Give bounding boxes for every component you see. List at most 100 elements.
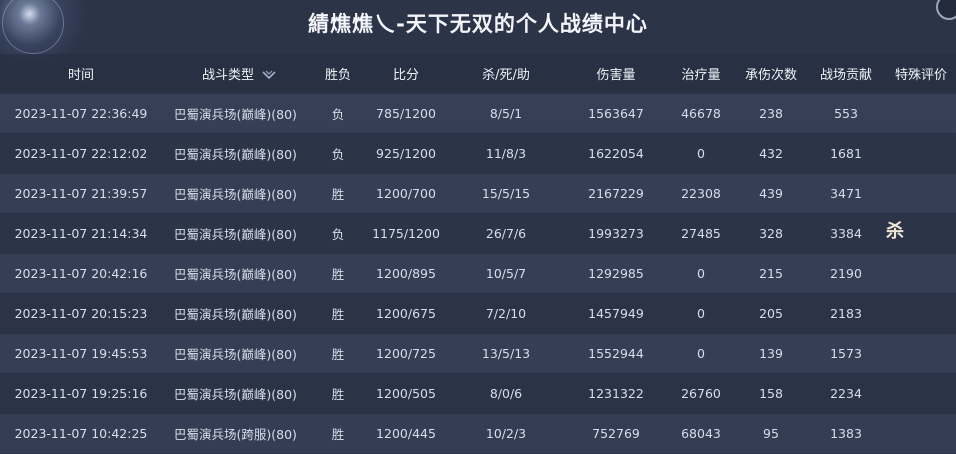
header-score: 比分 bbox=[392, 67, 419, 83]
cell-result: 胜 bbox=[331, 187, 345, 202]
cell-heal: 22308 bbox=[681, 186, 721, 201]
cell-score: 1200/675 bbox=[376, 306, 436, 321]
header-kda: 杀/死/助 bbox=[482, 67, 530, 83]
cell-heal: 46678 bbox=[681, 106, 721, 121]
cell-damage: 1457949 bbox=[588, 306, 644, 321]
cell-score: 1200/895 bbox=[376, 266, 436, 281]
cell-kda: 10/2/3 bbox=[485, 426, 527, 441]
cell-contribution: 1681 bbox=[830, 146, 862, 161]
header-result: 胜负 bbox=[324, 67, 351, 83]
cell-time: 2023-11-07 19:45:53 bbox=[14, 346, 148, 361]
header-type-filter[interactable]: 战斗类型 bbox=[162, 64, 310, 83]
cell-contribution: 1383 bbox=[830, 426, 862, 441]
page-title: 綪燋燋乀-天下无双的个人战绩中心 bbox=[308, 12, 648, 36]
cell-time: 2023-11-07 21:14:34 bbox=[14, 226, 148, 241]
header-taken: 承伤次数 bbox=[744, 67, 797, 83]
cell-kda: 11/8/3 bbox=[485, 146, 527, 161]
cell-kda: 26/7/6 bbox=[485, 226, 527, 241]
cell-type: 巴蜀演兵场(巅峰)(80) bbox=[174, 387, 297, 402]
cell-heal: 0 bbox=[697, 306, 705, 321]
table-row[interactable]: 2023-11-07 22:36:49 巴蜀演兵场(巅峰)(80) 负 785/… bbox=[0, 94, 956, 133]
cell-time: 2023-11-07 22:36:49 bbox=[14, 106, 148, 121]
cell-contribution: 2234 bbox=[830, 386, 862, 401]
cell-type: 巴蜀演兵场(巅峰)(80) bbox=[174, 107, 297, 122]
cell-contribution: 1573 bbox=[830, 346, 862, 361]
cell-damage: 1563647 bbox=[588, 106, 644, 121]
table-row[interactable]: 2023-11-07 20:42:16 巴蜀演兵场(巅峰)(80) 胜 1200… bbox=[0, 254, 956, 293]
cell-score: 1200/505 bbox=[376, 386, 436, 401]
cell-result: 胜 bbox=[331, 307, 345, 322]
table-row[interactable]: 2023-11-07 20:15:23 巴蜀演兵场(巅峰)(80) 胜 1200… bbox=[0, 294, 956, 333]
cell-result: 负 bbox=[331, 147, 345, 162]
table-row[interactable]: 2023-11-07 19:45:53 巴蜀演兵场(巅峰)(80) 胜 1200… bbox=[0, 334, 956, 373]
cell-time: 2023-11-07 21:39:57 bbox=[14, 186, 148, 201]
cell-type: 巴蜀演兵场(巅峰)(80) bbox=[174, 307, 297, 322]
cell-kda: 10/5/7 bbox=[485, 266, 527, 281]
cell-taken: 139 bbox=[759, 346, 783, 361]
cell-score: 925/1200 bbox=[376, 146, 436, 161]
cell-time: 2023-11-07 20:15:23 bbox=[14, 306, 148, 321]
cell-result: 胜 bbox=[331, 347, 345, 362]
cell-taken: 215 bbox=[759, 266, 783, 281]
header-time: 时间 bbox=[67, 67, 94, 83]
header-heal: 治疗量 bbox=[681, 67, 721, 83]
cell-taken: 432 bbox=[759, 146, 783, 161]
header-type-label: 战斗类型 bbox=[202, 67, 255, 83]
record-list: 2023-11-07 22:36:49 巴蜀演兵场(巅峰)(80) 负 785/… bbox=[0, 94, 956, 454]
cell-heal: 27485 bbox=[681, 226, 721, 241]
cell-damage: 1231322 bbox=[588, 386, 644, 401]
table-row[interactable]: 2023-11-07 21:39:57 巴蜀演兵场(巅峰)(80) 胜 1200… bbox=[0, 174, 956, 213]
cell-type: 巴蜀演兵场(巅峰)(80) bbox=[174, 147, 297, 162]
cell-kda: 8/5/1 bbox=[489, 106, 523, 121]
cell-score: 785/1200 bbox=[376, 106, 436, 121]
cell-type: 巴蜀演兵场(巅峰)(80) bbox=[174, 227, 297, 242]
cell-time: 2023-11-07 20:42:16 bbox=[14, 266, 148, 281]
chevron-down-icon bbox=[262, 70, 276, 80]
cell-score: 1175/1200 bbox=[372, 226, 440, 241]
cell-result: 胜 bbox=[331, 387, 345, 402]
table-row[interactable]: 2023-11-07 21:14:34 巴蜀演兵场(巅峰)(80) 负 1175… bbox=[0, 214, 956, 253]
cell-damage: 752769 bbox=[592, 426, 640, 441]
cell-taken: 439 bbox=[759, 186, 783, 201]
cell-taken: 95 bbox=[763, 426, 779, 441]
cell-taken: 205 bbox=[759, 306, 783, 321]
cell-time: 2023-11-07 10:42:25 bbox=[14, 426, 148, 441]
cell-type: 巴蜀演兵场(跨服)(80) bbox=[174, 427, 297, 442]
header-damage: 伤害量 bbox=[596, 67, 636, 83]
cell-damage: 1993273 bbox=[588, 226, 644, 241]
cell-kda: 7/2/10 bbox=[485, 306, 527, 321]
cell-taken: 238 bbox=[759, 106, 783, 121]
cell-contribution: 3471 bbox=[830, 186, 862, 201]
table-row[interactable]: 2023-11-07 10:42:25 巴蜀演兵场(跨服)(80) 胜 1200… bbox=[0, 414, 956, 453]
cell-heal: 0 bbox=[697, 346, 705, 361]
cell-heal: 0 bbox=[697, 146, 705, 161]
cell-damage: 1292985 bbox=[588, 266, 644, 281]
header-contribution: 战场贡献 bbox=[819, 67, 872, 83]
cell-taken: 328 bbox=[759, 226, 783, 241]
cell-score: 1200/700 bbox=[376, 186, 436, 201]
special-kill-badge: 杀 bbox=[886, 221, 904, 242]
cell-result: 胜 bbox=[331, 267, 345, 282]
cell-time: 2023-11-07 19:25:16 bbox=[14, 386, 148, 401]
table-row[interactable]: 2023-11-07 22:12:02 巴蜀演兵场(巅峰)(80) 负 925/… bbox=[0, 134, 956, 173]
cell-kda: 8/0/6 bbox=[489, 386, 523, 401]
table-row[interactable]: 2023-11-07 19:25:16 巴蜀演兵场(巅峰)(80) 胜 1200… bbox=[0, 374, 956, 413]
table-header: 时间 战斗类型 胜负 比分 杀/死/助 伤害量 治疗量 承伤次数 战场贡献 特殊… bbox=[0, 54, 956, 92]
cell-type: 巴蜀演兵场(巅峰)(80) bbox=[174, 267, 297, 282]
cell-type: 巴蜀演兵场(巅峰)(80) bbox=[174, 187, 297, 202]
cell-contribution: 2183 bbox=[830, 306, 862, 321]
cell-kda: 13/5/13 bbox=[481, 346, 531, 361]
cell-time: 2023-11-07 22:12:02 bbox=[14, 146, 148, 161]
cell-taken: 158 bbox=[759, 386, 783, 401]
cell-damage: 2167229 bbox=[588, 186, 644, 201]
cell-damage: 1622054 bbox=[588, 146, 644, 161]
cell-result: 负 bbox=[331, 227, 345, 242]
cell-contribution: 553 bbox=[834, 106, 858, 121]
cell-contribution: 2190 bbox=[830, 266, 862, 281]
cell-score: 1200/445 bbox=[376, 426, 436, 441]
cell-damage: 1552944 bbox=[588, 346, 644, 361]
cell-heal: 68043 bbox=[681, 426, 721, 441]
cell-result: 负 bbox=[331, 107, 345, 122]
cell-result: 胜 bbox=[331, 427, 345, 442]
cell-kda: 15/5/15 bbox=[481, 186, 531, 201]
